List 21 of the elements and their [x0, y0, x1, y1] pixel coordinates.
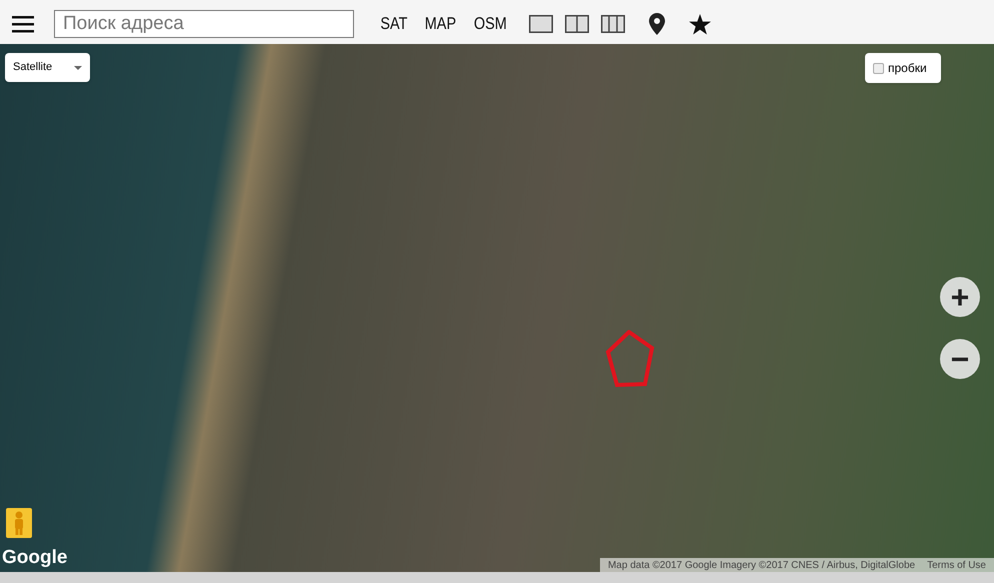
layer-button[interactable]: SAT [380, 11, 408, 37]
layer-button[interactable]: MAP [424, 11, 456, 37]
layer-button[interactable]: OSM [474, 11, 506, 37]
map-type-dropdown[interactable]: Satellite [5, 53, 90, 82]
area-outline [605, 330, 655, 388]
caret-icon [74, 66, 82, 70]
two-pane-icon[interactable] [565, 15, 590, 33]
single-pane-icon[interactable] [529, 15, 554, 33]
location-pin-icon[interactable] [649, 13, 666, 35]
menu-icon[interactable] [12, 15, 34, 33]
star-icon[interactable] [689, 14, 712, 34]
google-logo: Google [2, 548, 68, 567]
zoom-in-button[interactable]: + [940, 277, 980, 317]
traffic-label: пробки [888, 60, 927, 77]
search-field[interactable]: Поиск адреса [54, 10, 354, 38]
terms-link[interactable]: Terms of Use [927, 558, 986, 572]
traffic-checkbox[interactable] [873, 62, 884, 74]
zoom-out-button[interactable]: − [940, 339, 980, 379]
satellite-map-tile[interactable]: Satellite пробки + − Google Map data ©2017 Google Imagery ©2017 CNES / Airbus, DigitalGlobe Terms of Use [0, 44, 994, 572]
three-pane-icon[interactable] [601, 15, 626, 33]
attribution-text: Map data ©2017 Google Imagery ©2017 CNES / Airbus, DigitalGlobe [608, 558, 916, 572]
